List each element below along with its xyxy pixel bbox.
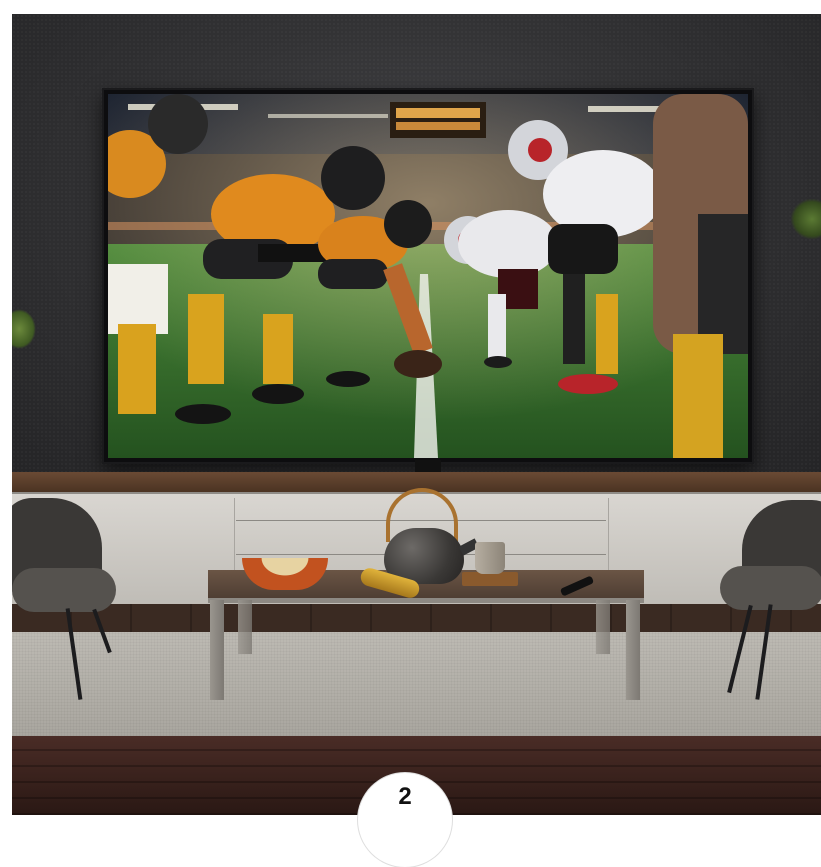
table-leg	[596, 600, 610, 654]
page-indicator: 2	[358, 773, 452, 867]
tv-screen-football-scene	[108, 94, 748, 458]
television	[102, 88, 754, 464]
plant-right	[791, 199, 821, 239]
rug	[12, 632, 821, 736]
tea-cup	[475, 542, 505, 574]
chair-seat	[12, 568, 116, 612]
wooden-coaster	[462, 572, 518, 586]
chair-leg	[755, 604, 773, 700]
table-leg	[210, 600, 224, 700]
chair-leg	[727, 604, 753, 694]
chair-seat	[720, 566, 821, 610]
armchair-right	[702, 500, 821, 710]
chair-leg	[65, 608, 83, 700]
plant-left	[12, 309, 36, 349]
tv-stand-foot	[415, 460, 441, 472]
page-number: 2	[398, 783, 412, 810]
table-leg	[626, 600, 640, 700]
chair-leg	[92, 608, 112, 654]
armchair-left	[12, 498, 122, 708]
room-scene	[12, 14, 821, 815]
table-leg	[238, 600, 252, 654]
